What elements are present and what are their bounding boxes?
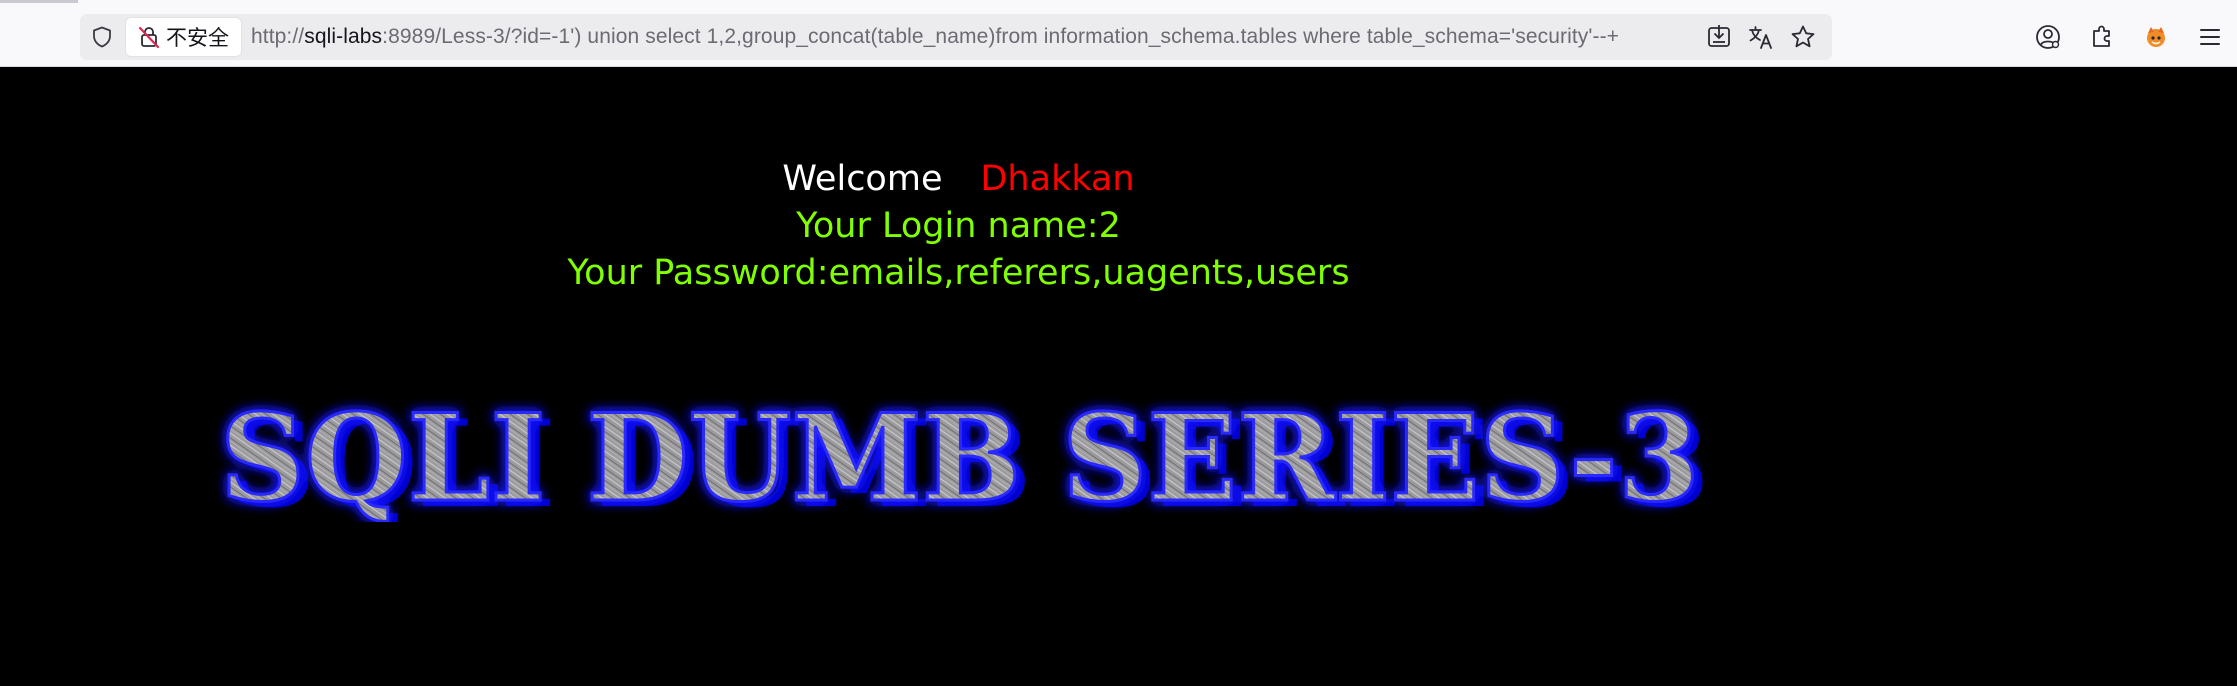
firefox-view-icon[interactable] bbox=[2129, 14, 2183, 60]
site-security-button[interactable]: 不安全 bbox=[126, 18, 241, 56]
url-prefix: http:// bbox=[251, 25, 305, 48]
series-banner-image: SQLI DUMB SERIES-3 SQLI DUMB SERIES-3 bbox=[219, 392, 1711, 522]
translate-icon[interactable] bbox=[1740, 17, 1782, 57]
account-icon[interactable] bbox=[2021, 14, 2075, 60]
banner-title: SQLI DUMB SERIES-3 bbox=[220, 392, 1700, 522]
welcome-user: Dhakkan bbox=[980, 159, 1135, 199]
welcome-line: Welcome Dhakkan bbox=[0, 157, 1917, 201]
browser-toolbar: 不安全 http://sqli-labs:8989/Less-3/?id=-1'… bbox=[0, 0, 2237, 67]
shield-icon[interactable] bbox=[82, 17, 122, 57]
extensions-icon[interactable] bbox=[2075, 14, 2129, 60]
login-name-result: Your Login name:2 bbox=[796, 206, 1121, 246]
hamburger-menu-icon[interactable] bbox=[2183, 14, 2237, 60]
star-icon[interactable] bbox=[1782, 17, 1824, 57]
welcome-label: Welcome bbox=[782, 159, 943, 199]
url-host: sqli-labs bbox=[304, 25, 383, 48]
save-page-icon[interactable] bbox=[1698, 17, 1740, 57]
insecure-lock-icon bbox=[138, 25, 160, 49]
password-result: Your Password:emails,referers,uagents,us… bbox=[567, 253, 1350, 293]
url-text[interactable]: http://sqli-labs:8989/Less-3/?id=-1') un… bbox=[251, 25, 1698, 49]
tab-loading-indicator bbox=[0, 0, 78, 3]
insecure-label: 不安全 bbox=[166, 26, 229, 50]
page-body: Welcome Dhakkan Your Login name:2 Your Pa… bbox=[0, 67, 2237, 686]
url-path: :8989/Less-3/?id=-1') union select 1,2,g… bbox=[382, 25, 1620, 48]
address-bar[interactable]: 不安全 http://sqli-labs:8989/Less-3/?id=-1'… bbox=[80, 14, 1832, 60]
